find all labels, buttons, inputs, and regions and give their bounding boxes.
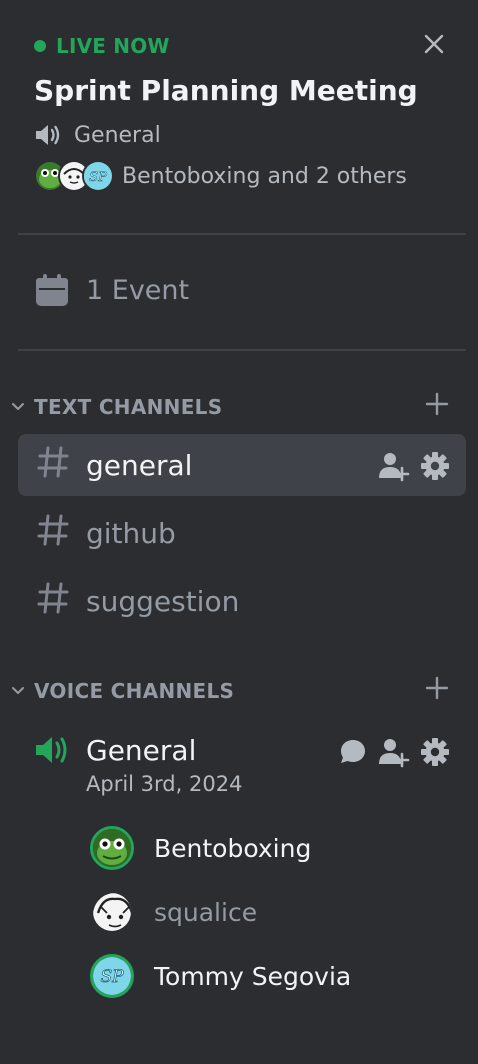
- speaker-icon: [36, 125, 60, 145]
- channel-actions: [378, 450, 450, 482]
- chat-bubble-icon[interactable]: [338, 737, 368, 767]
- svg-text:SP: SP: [89, 170, 107, 185]
- event-attendees[interactable]: SP Bentoboxing and 2 others: [34, 160, 407, 192]
- invite-member-icon[interactable]: [378, 736, 410, 768]
- voice-member[interactable]: squalice: [90, 886, 257, 938]
- calendar-icon: [36, 274, 68, 306]
- attendee-avatars: SP: [34, 160, 114, 192]
- close-button[interactable]: [418, 28, 450, 60]
- speaker-icon: [36, 737, 67, 763]
- voice-member[interactable]: Bentoboxing: [90, 822, 311, 874]
- category-voice-channels[interactable]: VOICE CHANNELS: [10, 676, 450, 703]
- channel-name: general: [86, 448, 193, 482]
- live-event-card[interactable]: LIVE NOW Sprint Planning Meeting General: [0, 0, 478, 234]
- channel-name: github: [86, 516, 176, 550]
- member-name: Bentoboxing: [154, 833, 312, 863]
- category-label: TEXT CHANNELS: [34, 395, 223, 419]
- avatar: [90, 826, 134, 870]
- member-name: squalice: [154, 897, 258, 927]
- invite-member-icon[interactable]: [378, 450, 410, 482]
- channel-github[interactable]: github: [18, 502, 466, 564]
- event-title: Sprint Planning Meeting: [34, 74, 418, 107]
- close-icon: [424, 34, 444, 54]
- divider: [18, 233, 466, 235]
- voice-member[interactable]: SP Tommy Segovia: [90, 950, 351, 1002]
- attendees-label: Bentoboxing and 2 others: [122, 163, 407, 189]
- avatar: SP: [82, 160, 114, 192]
- voice-channel-name: General: [86, 734, 197, 767]
- hashtag-icon: [36, 581, 70, 622]
- events-label: 1 Event: [86, 274, 190, 306]
- member-name: Tommy Segovia: [154, 961, 352, 991]
- voice-channel-date: April 3rd, 2024: [86, 772, 243, 796]
- hashtag-icon: [36, 513, 70, 554]
- hashtag-icon: [36, 445, 70, 486]
- live-status: LIVE NOW: [34, 34, 170, 58]
- live-dot-icon: [34, 40, 46, 52]
- category-label: VOICE CHANNELS: [34, 679, 235, 703]
- events-button[interactable]: 1 Event: [34, 272, 189, 308]
- gear-icon[interactable]: [420, 451, 450, 481]
- voice-channel-actions: [338, 736, 450, 768]
- channel-suggestion[interactable]: suggestion: [18, 570, 466, 632]
- channel-name: suggestion: [86, 584, 240, 618]
- chevron-down-icon: [12, 403, 24, 410]
- category-text-channels[interactable]: TEXT CHANNELS: [10, 392, 450, 419]
- avatar: SP: [90, 954, 134, 998]
- svg-text:SP: SP: [100, 967, 124, 987]
- add-channel-icon[interactable]: [424, 391, 450, 417]
- add-channel-icon[interactable]: [424, 675, 450, 701]
- live-status-label: LIVE NOW: [56, 34, 170, 58]
- event-location-label: General: [74, 122, 161, 148]
- channel-sidebar: LIVE NOW Sprint Planning Meeting General: [0, 0, 478, 1064]
- divider: [18, 349, 466, 351]
- event-location[interactable]: General: [34, 122, 161, 148]
- channel-general[interactable]: general: [18, 434, 466, 496]
- voice-channel-general[interactable]: General April 3rd, 2024: [18, 726, 466, 806]
- gear-icon[interactable]: [420, 737, 450, 767]
- chevron-down-icon: [12, 687, 24, 694]
- avatar: [90, 890, 134, 934]
